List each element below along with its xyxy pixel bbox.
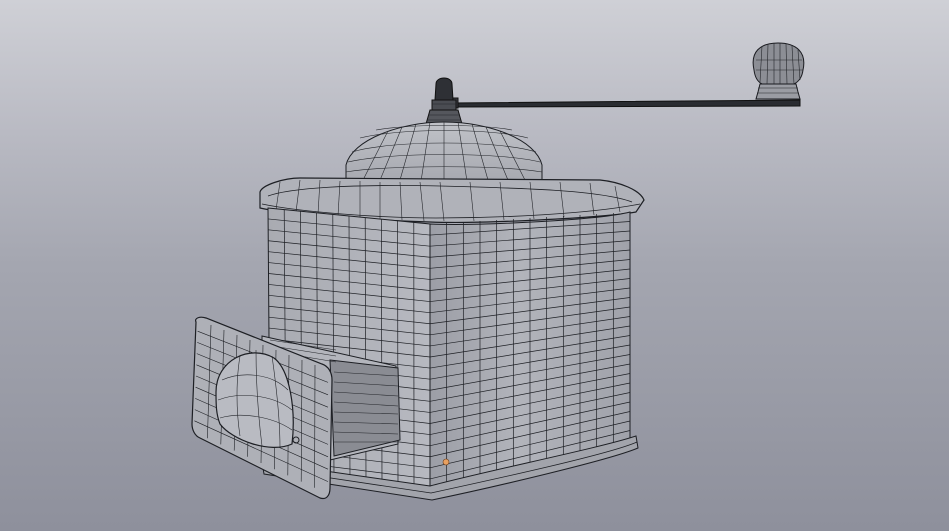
grinder-model[interactable] xyxy=(0,0,949,531)
crank-handle[interactable] xyxy=(439,97,801,109)
3d-viewport[interactable] xyxy=(0,0,949,531)
crank-knob[interactable] xyxy=(752,42,805,100)
origin-point-icon[interactable] xyxy=(442,458,450,466)
